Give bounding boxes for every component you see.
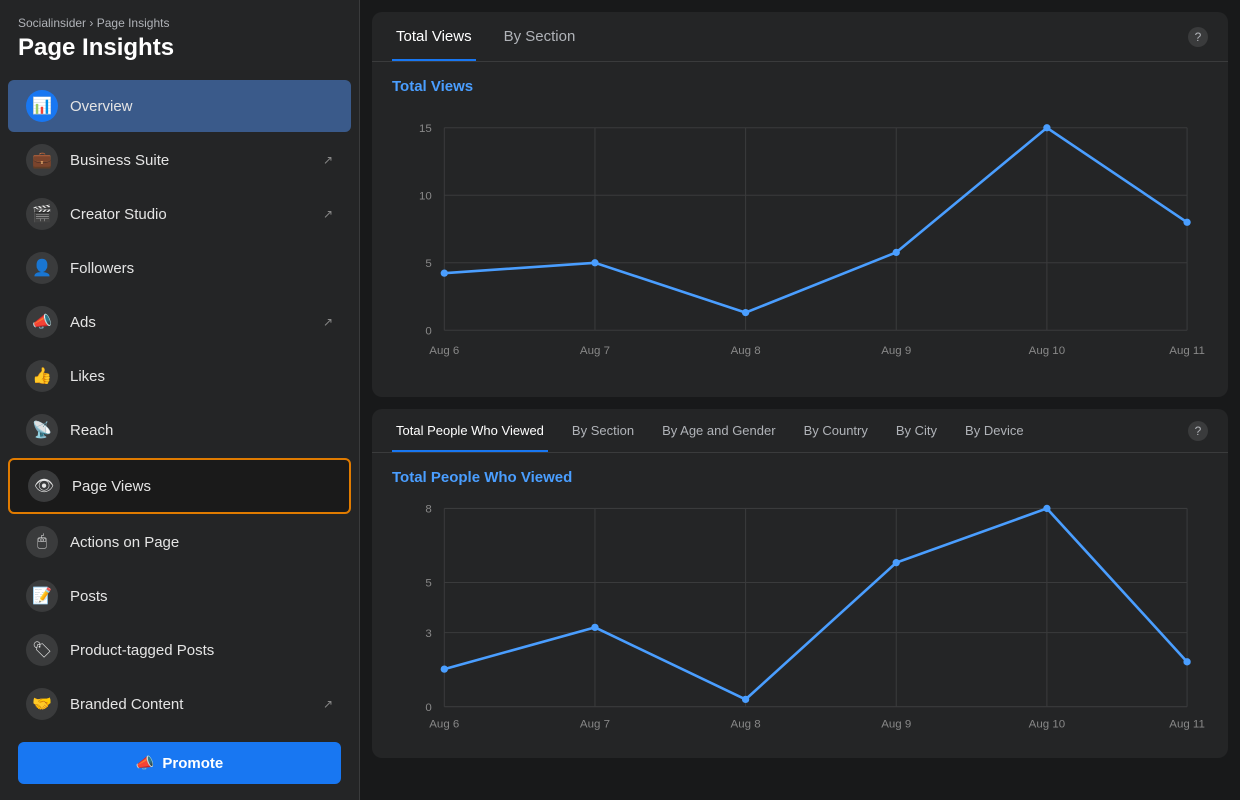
top-chart-section: Total Views By Section ? Total Views 15 … bbox=[372, 12, 1228, 397]
sidebar-item-actions-on-page[interactable]: 🖱 Actions on Page bbox=[8, 516, 351, 568]
svg-text:8: 8 bbox=[425, 504, 431, 516]
tab-by-country[interactable]: By Country bbox=[800, 409, 872, 452]
top-tabs-bar: Total Views By Section ? bbox=[372, 12, 1228, 62]
sidebar-footer: 📣 📣 Promote Promote bbox=[0, 730, 359, 800]
tab-by-section-top[interactable]: By Section bbox=[500, 12, 580, 61]
sidebar-item-label-posts: Posts bbox=[70, 588, 108, 605]
followers-icon: 👤 bbox=[26, 252, 58, 284]
sidebar-item-label-overview: Overview bbox=[70, 98, 133, 115]
promote-button[interactable]: 📣 📣 Promote Promote bbox=[18, 742, 341, 784]
overview-icon: 📊 bbox=[26, 90, 58, 122]
sidebar-item-business-suite[interactable]: 💼 Business Suite ↗ bbox=[8, 134, 351, 186]
top-chart-container: 15 10 5 0 Aug 6 Aug 7 Aug 8 Aug 9 bbox=[392, 107, 1208, 377]
branded-content-icon: 🤝 bbox=[26, 688, 58, 720]
breadcrumb-current: Page Insights bbox=[97, 16, 170, 30]
page-views-icon: 👁 bbox=[28, 470, 60, 502]
svg-text:Aug 11: Aug 11 bbox=[1169, 345, 1205, 357]
sidebar-item-label-followers: Followers bbox=[70, 260, 134, 277]
product-tagged-posts-icon: 🏷 bbox=[26, 634, 58, 666]
tab-total-views[interactable]: Total Views bbox=[392, 12, 476, 61]
top-chart-svg: 15 10 5 0 Aug 6 Aug 7 Aug 8 Aug 9 bbox=[392, 107, 1208, 377]
svg-text:Aug 7: Aug 7 bbox=[580, 345, 610, 357]
tab-by-device[interactable]: By Device bbox=[961, 409, 1028, 452]
svg-text:0: 0 bbox=[425, 702, 431, 714]
svg-text:5: 5 bbox=[425, 258, 431, 270]
svg-text:0: 0 bbox=[425, 325, 431, 337]
bottom-chart-section: Total People Who Viewed By Section By Ag… bbox=[372, 409, 1228, 758]
svg-text:Aug 10: Aug 10 bbox=[1029, 345, 1065, 357]
sidebar-item-label-page-views: Page Views bbox=[72, 478, 151, 495]
bottom-chart-title: Total People Who Viewed bbox=[392, 469, 1208, 486]
posts-icon: 📝 bbox=[26, 580, 58, 612]
creator-studio-icon: 🎬 bbox=[26, 198, 58, 230]
page-title: Page Insights bbox=[18, 34, 341, 62]
promote-icon: 📣 bbox=[136, 754, 155, 772]
sidebar-item-followers[interactable]: 👤 Followers bbox=[8, 242, 351, 294]
bottom-tabs-bar: Total People Who Viewed By Section By Ag… bbox=[372, 409, 1228, 453]
sidebar-item-creator-studio[interactable]: 🎬 Creator Studio ↗ bbox=[8, 188, 351, 240]
external-link-icon-creator-studio: ↗ bbox=[323, 207, 333, 221]
business-suite-icon: 💼 bbox=[26, 144, 58, 176]
reach-icon: 📡 bbox=[26, 414, 58, 446]
help-icon-top[interactable]: ? bbox=[1188, 27, 1208, 47]
tab-by-city[interactable]: By City bbox=[892, 409, 941, 452]
sidebar: Socialinsider › Page Insights Page Insig… bbox=[0, 0, 360, 800]
svg-text:Aug 7: Aug 7 bbox=[580, 719, 610, 731]
bottom-chart-container: 8 5 3 0 Aug 6 Aug 7 Aug 8 Aug 9 bbox=[392, 498, 1208, 738]
tab-by-section-bottom[interactable]: By Section bbox=[568, 409, 638, 452]
svg-text:Aug 11: Aug 11 bbox=[1169, 719, 1205, 731]
bottom-chart-svg: 8 5 3 0 Aug 6 Aug 7 Aug 8 Aug 9 bbox=[392, 498, 1208, 738]
main-content: Total Views By Section ? Total Views 15 … bbox=[360, 0, 1240, 800]
sidebar-item-ads[interactable]: 📣 Ads ↗ bbox=[8, 296, 351, 348]
sidebar-item-posts[interactable]: 📝 Posts bbox=[8, 570, 351, 622]
svg-text:10: 10 bbox=[419, 190, 432, 202]
top-chart-title: Total Views bbox=[392, 78, 1208, 95]
nav-list: 📊 Overview 💼 Business Suite ↗ 🎬 Creator Studio… bbox=[0, 74, 359, 730]
svg-text:15: 15 bbox=[419, 123, 432, 135]
svg-text:Aug 9: Aug 9 bbox=[881, 719, 911, 731]
sidebar-item-label-ads: Ads bbox=[70, 314, 96, 331]
svg-text:5: 5 bbox=[425, 578, 431, 590]
svg-text:Aug 9: Aug 9 bbox=[881, 345, 911, 357]
help-icon-bottom[interactable]: ? bbox=[1188, 421, 1208, 441]
sidebar-item-product-tagged-posts[interactable]: 🏷 Product-tagged Posts bbox=[8, 624, 351, 676]
bottom-chart-inner: Total People Who Viewed 8 5 3 0 bbox=[372, 453, 1228, 758]
likes-icon: 👍 bbox=[26, 360, 58, 392]
sidebar-item-label-likes: Likes bbox=[70, 368, 105, 385]
tab-by-age-and-gender[interactable]: By Age and Gender bbox=[658, 409, 779, 452]
sidebar-header: Socialinsider › Page Insights Page Insig… bbox=[0, 0, 359, 74]
svg-text:Aug 6: Aug 6 bbox=[429, 345, 459, 357]
sidebar-item-overview[interactable]: 📊 Overview bbox=[8, 80, 351, 132]
svg-text:Aug 8: Aug 8 bbox=[731, 719, 761, 731]
sidebar-item-label-business-suite: Business Suite bbox=[70, 152, 169, 169]
external-link-icon-branded-content: ↗ bbox=[323, 697, 333, 711]
actions-on-page-icon: 🖱 bbox=[26, 526, 58, 558]
svg-text:Aug 6: Aug 6 bbox=[429, 719, 459, 731]
sidebar-item-reach[interactable]: 📡 Reach bbox=[8, 404, 351, 456]
sidebar-item-page-views[interactable]: 👁 Page Views bbox=[8, 458, 351, 514]
sidebar-item-label-creator-studio: Creator Studio bbox=[70, 206, 167, 223]
sidebar-item-branded-content[interactable]: 🤝 Branded Content ↗ bbox=[8, 678, 351, 730]
sidebar-item-label-branded-content: Branded Content bbox=[70, 696, 183, 713]
breadcrumb-site: Socialinsider bbox=[18, 16, 86, 30]
top-chart-inner: Total Views 15 10 5 0 bbox=[372, 62, 1228, 397]
external-link-icon-ads: ↗ bbox=[323, 315, 333, 329]
sidebar-item-label-product-tagged-posts: Product-tagged Posts bbox=[70, 642, 214, 659]
breadcrumb: Socialinsider › Page Insights bbox=[18, 16, 341, 30]
ads-icon: 📣 bbox=[26, 306, 58, 338]
sidebar-item-likes[interactable]: 👍 Likes bbox=[8, 350, 351, 402]
breadcrumb-separator: › bbox=[89, 16, 93, 30]
svg-text:Aug 8: Aug 8 bbox=[731, 345, 761, 357]
tab-total-people-who-viewed[interactable]: Total People Who Viewed bbox=[392, 409, 548, 452]
external-link-icon-business-suite: ↗ bbox=[323, 153, 333, 167]
sidebar-item-label-actions-on-page: Actions on Page bbox=[70, 534, 179, 551]
svg-text:Aug 10: Aug 10 bbox=[1029, 719, 1065, 731]
sidebar-item-label-reach: Reach bbox=[70, 422, 113, 439]
svg-text:3: 3 bbox=[425, 628, 431, 640]
